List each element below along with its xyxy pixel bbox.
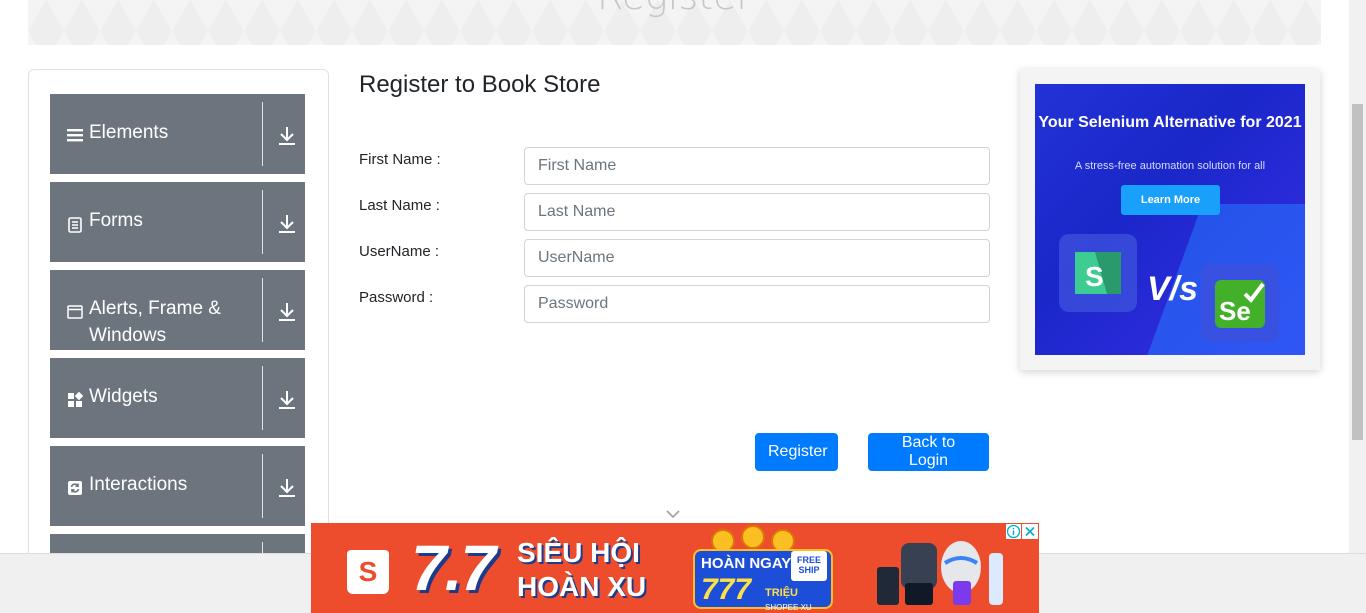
password-label: Password : [359,289,434,306]
download-arrow-icon[interactable] [278,214,296,234]
ad-subtext: A stress-free automation solution for al… [1074,160,1266,172]
divider [262,102,263,166]
download-arrow-icon[interactable] [278,302,296,322]
svg-text:S: S [1085,261,1104,292]
coin-promo-sub: SHOPEE XU [765,603,812,612]
sidebar-group-forms[interactable]: Forms [50,182,305,262]
shopee-logo-letter: S [358,556,378,587]
selenium-logo-tile: Se [1201,264,1279,342]
password-input[interactable] [524,285,990,323]
sidebar-group-widgets[interactable]: Widgets [50,358,305,438]
document-icon [68,217,82,233]
coin-promo-unit: TRIỆU [765,587,798,599]
last-name-label: Last Name : [359,197,440,214]
left-sidebar: Elements Forms Alerts, Frame & Windows W… [28,69,329,589]
svg-text:Se: Se [1219,296,1251,326]
ad-info-icon[interactable] [1006,524,1021,539]
page-title: Register [28,0,1321,18]
first-name-label: First Name : [359,151,441,168]
coin-icon [741,525,765,549]
sidebar-group-label: Widgets [89,386,158,407]
widgets-icon [68,392,83,407]
page: Register Elements Forms [0,0,1366,613]
chevron-down-icon[interactable] [665,508,681,520]
download-arrow-icon[interactable] [278,390,296,410]
ad-banner[interactable]: Your Selenium Alternative for 2021 A str… [1035,84,1305,355]
back-to-login-button[interactable]: Back to Login [868,433,989,471]
username-label: UserName : [359,243,440,260]
last-name-input[interactable] [524,193,990,231]
divider [262,366,263,430]
sidebar-group-elements[interactable]: Elements [50,94,305,174]
username-input[interactable] [524,239,990,277]
sidebar-group-label: Alerts, Frame & Windows [89,298,221,346]
ad-vs-text: V/s [1147,270,1199,308]
ad-close-icon[interactable] [1022,524,1038,539]
window-icon [67,305,83,319]
shopee-banner-ad[interactable]: S 7.7 SIÊU HỘI HOÀN XU HOÀN NGAY 777 TRI… [311,523,1039,613]
hamburger-icon [67,129,83,142]
register-button[interactable]: Register [755,433,838,471]
promo-date: 7.7 [411,532,496,604]
katalon-logo-icon: S [1075,252,1121,294]
divider [262,454,263,518]
coin-promo-amount: 777 [701,573,752,606]
free-ship-badge: FREE SHIP [791,551,827,581]
sidebar-group-label: Forms [89,210,143,231]
promo-line-1: SIÊU HỘI [517,537,640,568]
refresh-icon [68,481,82,495]
ad-learn-more-button[interactable]: Learn More [1121,185,1220,215]
form-title: Register to Book Store [359,71,601,98]
ad-headline: Your Selenium Alternative for 2021 [1038,114,1302,131]
divider [262,278,263,342]
katalon-logo-tile: S [1059,234,1137,312]
shopee-bag-logo: S [347,550,389,594]
first-name-input[interactable] [524,147,990,185]
divider [262,190,263,254]
promo-line-2: HOÀN XU [517,571,647,602]
coin-promo-title: HOÀN NGAY [701,555,792,572]
header-banner: Register [28,0,1321,45]
vertical-scrollbar[interactable] [1349,0,1366,553]
products-image [877,541,1003,605]
sidebar-group-label: Elements [89,122,169,143]
sidebar-group-interactions[interactable]: Interactions [50,446,305,526]
scrollbar-thumb[interactable] [1352,104,1363,440]
sidebar-group-alerts-frame-windows[interactable]: Alerts, Frame & Windows [50,270,305,350]
selenium-logo-icon: Se [1215,280,1265,328]
download-arrow-icon[interactable] [278,478,296,498]
side-advertisement[interactable]: Your Selenium Alternative for 2021 A str… [1020,69,1320,370]
sidebar-group-label: Interactions [89,474,188,495]
download-arrow-icon[interactable] [278,126,296,146]
